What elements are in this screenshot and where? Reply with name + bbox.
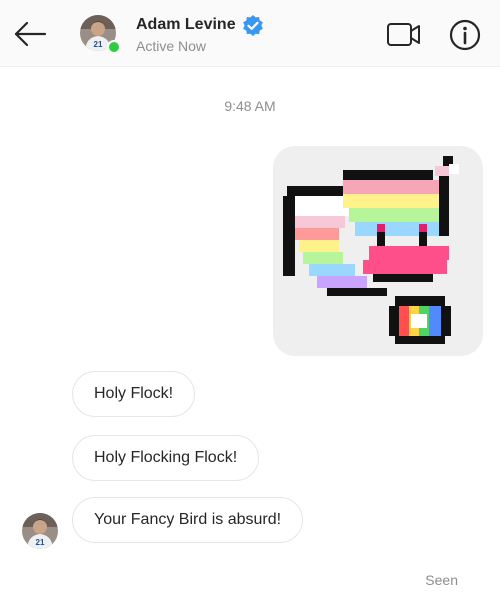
message-timestamp: 9:48 AM <box>224 98 276 114</box>
message-bubble[interactable]: Your Fancy Bird is absurd! <box>72 497 304 543</box>
video-call-button[interactable] <box>386 20 422 50</box>
message-bubble[interactable]: Holy Flock! <box>72 371 196 417</box>
seen-indicator: Seen <box>425 572 458 588</box>
chat-header: 21 Adam Levine Active Now <box>0 0 500 67</box>
back-button[interactable] <box>12 18 48 50</box>
video-camera-icon <box>387 23 420 46</box>
rainbow-bird-sticker <box>283 156 459 344</box>
info-button[interactable] <box>448 18 482 52</box>
verified-badge-icon <box>243 15 263 36</box>
arrow-left-icon <box>14 21 47 47</box>
svg-text:21: 21 <box>94 40 103 49</box>
online-status-dot <box>107 40 121 54</box>
active-status: Active Now <box>136 38 207 54</box>
contact-name[interactable]: Adam Levine <box>136 16 236 34</box>
sticker-message[interactable] <box>273 146 483 356</box>
sender-avatar[interactable]: 21 <box>22 513 58 549</box>
svg-text:21: 21 <box>36 538 45 547</box>
info-icon <box>449 19 481 51</box>
avatar-photo: 21 <box>22 513 58 549</box>
message-bubble[interactable]: Holy Flocking Flock! <box>72 435 260 481</box>
